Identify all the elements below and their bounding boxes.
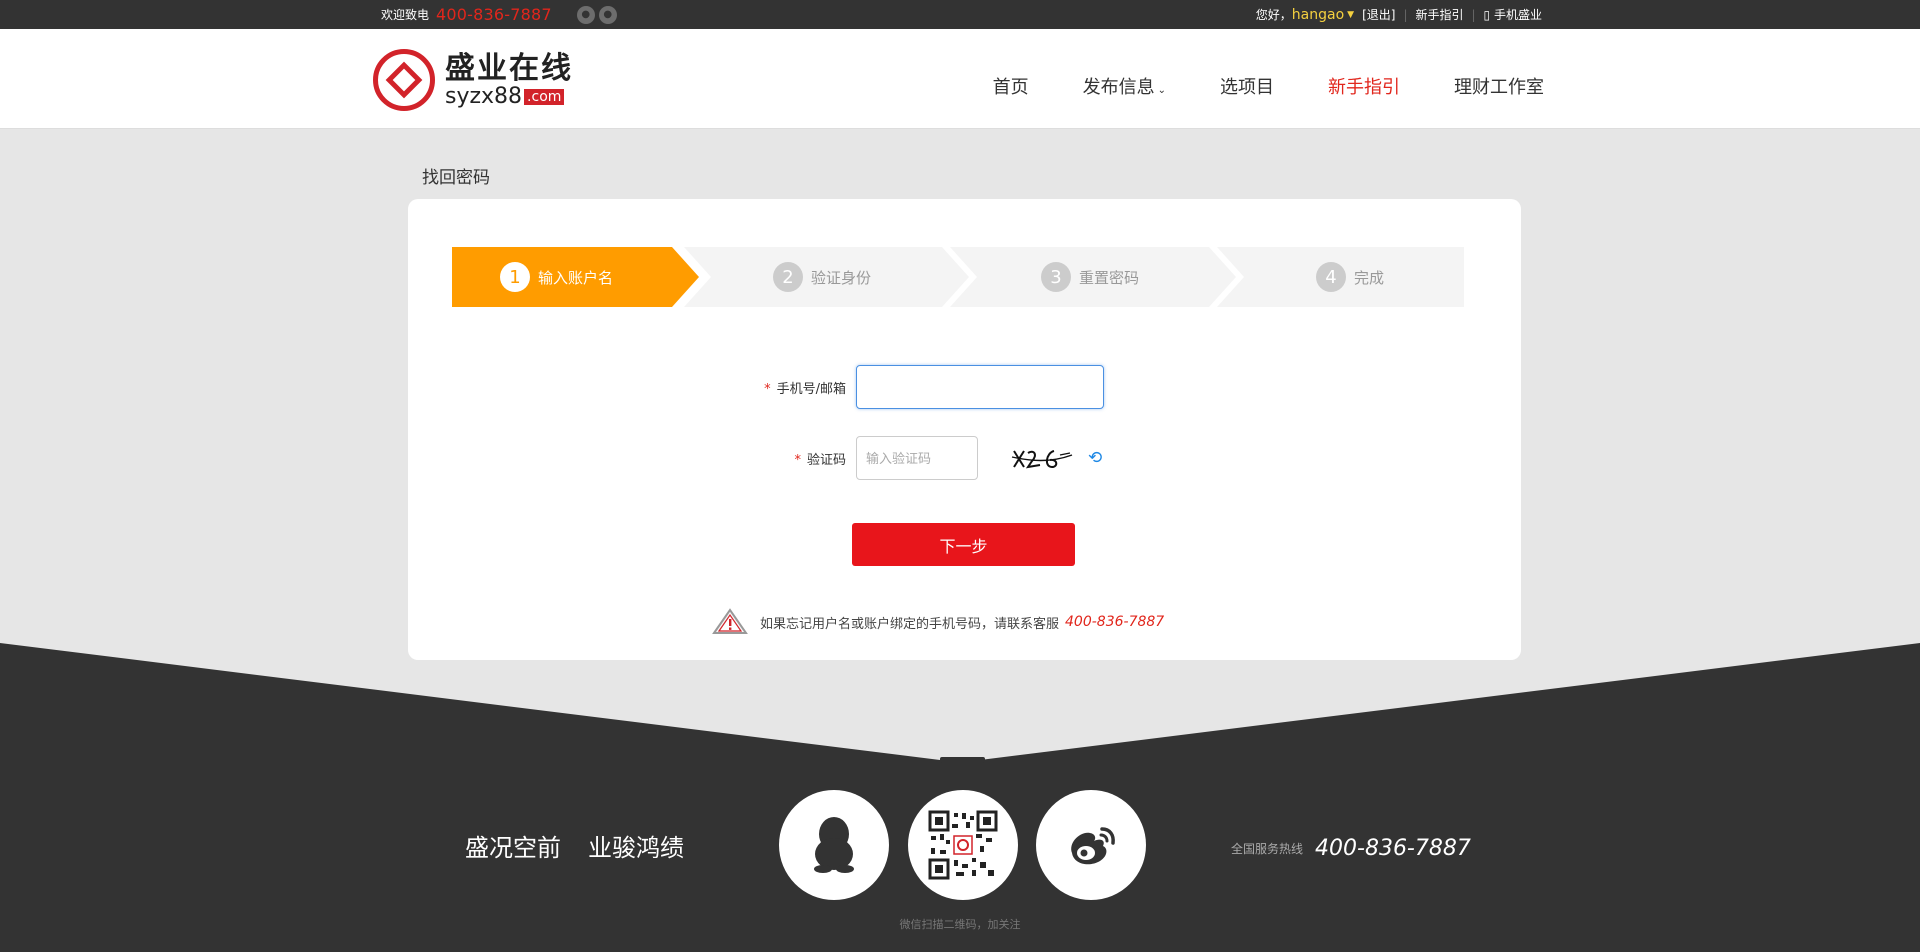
step-1: 1 输入账户名 bbox=[500, 247, 613, 307]
notice-phone: 400-836-7887 bbox=[1065, 614, 1165, 630]
mobile-link[interactable]: ▯ 手机盛业 bbox=[1484, 6, 1542, 23]
hotline-label: 全国服务热线 bbox=[1231, 842, 1304, 856]
refresh-icon[interactable]: ⟲ bbox=[1088, 449, 1106, 467]
top-guide-link[interactable]: 新手指引 bbox=[1415, 6, 1463, 23]
help-notice: 如果忘记用户名或账户绑定的手机号码，请联系客服 400-836-7887 bbox=[710, 607, 1164, 637]
notice-text: 如果忘记用户名或账户绑定的手机号码，请联系客服 bbox=[760, 616, 1060, 632]
footer-slogan: 盛况空前 业骏鸿绩 bbox=[465, 828, 684, 863]
logo-cn: 盛业在线 bbox=[445, 51, 573, 86]
code-label: * 验证码 bbox=[658, 449, 856, 468]
nav-studio[interactable]: 理财工作室 bbox=[1454, 73, 1544, 99]
user-dropdown-icon[interactable]: ▼ bbox=[1347, 10, 1354, 20]
step-label: 输入账户名 bbox=[538, 268, 614, 287]
divider: | bbox=[1403, 7, 1408, 22]
hotline-number: 400-836-7887 bbox=[1315, 836, 1471, 861]
nav-publish-label: 发布信息 bbox=[1082, 77, 1155, 98]
footer-hotline: 全国服务热线 400-836-7887 bbox=[1231, 836, 1471, 861]
header: 盛业在线 syzx88 .com 首页 发布信息 ⌄ 选项目 新手指引 理财工作室 bbox=[0, 29, 1920, 129]
wechat-icon[interactable]: ● bbox=[576, 5, 595, 24]
welcome-text: 欢迎致电 bbox=[381, 8, 430, 22]
step-label: 重置密码 bbox=[1079, 268, 1140, 287]
logo[interactable]: 盛业在线 syzx88 .com bbox=[373, 49, 573, 111]
nav-guide[interactable]: 新手指引 bbox=[1328, 73, 1400, 99]
step-label: 验证身份 bbox=[811, 268, 872, 287]
captcha-row: * 验证码 ⟲ bbox=[658, 436, 1106, 480]
step-number: 4 bbox=[1316, 262, 1346, 292]
nav-publish[interactable]: 发布信息 ⌄ bbox=[1083, 73, 1166, 99]
logo-en: syzx88 bbox=[445, 84, 523, 109]
recover-card: 1 输入账户名 2 验证身份 3 重置密码 4 完成 * 手机号/邮箱 * 验证码 bbox=[408, 199, 1521, 660]
nav-projects[interactable]: 选项目 bbox=[1220, 73, 1274, 99]
chevron-down-icon: ⌄ bbox=[1157, 85, 1166, 96]
code-label-text: 验证码 bbox=[806, 452, 846, 468]
mobile-label: 手机盛业 bbox=[1493, 8, 1542, 22]
account-label-text: 手机号/邮箱 bbox=[776, 381, 846, 397]
logo-icon bbox=[373, 49, 435, 111]
nav-home[interactable]: 首页 bbox=[993, 73, 1029, 99]
account-label: * 手机号/邮箱 bbox=[658, 378, 856, 397]
required-mark: * bbox=[764, 381, 771, 397]
step-2: 2 验证身份 bbox=[773, 247, 871, 307]
page-title: 找回密码 bbox=[422, 168, 490, 188]
qq-button[interactable] bbox=[779, 790, 889, 900]
username-link[interactable]: hangao bbox=[1292, 7, 1344, 23]
slogan-2: 业骏鸿绩 bbox=[588, 834, 684, 862]
logout-link[interactable]: [退出] bbox=[1362, 6, 1395, 23]
follow-text: 微信扫描二维码，加关注 bbox=[899, 918, 1021, 931]
account-row: * 手机号/邮箱 bbox=[658, 365, 1104, 409]
logo-domain: .com bbox=[524, 89, 565, 105]
wechat-qrcode[interactable] bbox=[908, 790, 1018, 900]
warning-icon bbox=[712, 608, 748, 634]
qq-icon[interactable]: ● bbox=[598, 5, 617, 24]
divider: | bbox=[1471, 7, 1476, 22]
captcha-image[interactable] bbox=[1010, 443, 1074, 473]
greeting-text: 您好， bbox=[1255, 8, 1292, 22]
main-nav: 首页 发布信息 ⌄ 选项目 新手指引 理财工作室 bbox=[993, 73, 1544, 99]
next-button[interactable]: 下一步 bbox=[852, 523, 1075, 566]
step-4: 4 完成 bbox=[1316, 247, 1384, 307]
weibo-icon bbox=[1071, 827, 1115, 865]
account-input[interactable] bbox=[856, 365, 1104, 409]
phone-icon: ▯ bbox=[1483, 8, 1491, 22]
step-number: 1 bbox=[500, 262, 530, 292]
step-number: 2 bbox=[773, 262, 803, 292]
welcome-area: 欢迎致电 400-836-7887 ● ● bbox=[381, 5, 617, 24]
step-number: 3 bbox=[1041, 262, 1071, 292]
required-mark: * bbox=[794, 452, 801, 468]
step-progress: 1 输入账户名 2 验证身份 3 重置密码 4 完成 bbox=[452, 247, 1464, 307]
qq-penguin-icon bbox=[814, 817, 854, 873]
step-label: 完成 bbox=[1354, 268, 1385, 287]
top-phone: 400-836-7887 bbox=[436, 5, 552, 24]
user-area: 您好， hangao ▼ [退出] | 新手指引 | ▯ 手机盛业 bbox=[1256, 6, 1542, 23]
code-input[interactable] bbox=[856, 436, 978, 480]
weibo-button[interactable] bbox=[1036, 790, 1146, 900]
step-3: 3 重置密码 bbox=[1041, 247, 1139, 307]
slogan-1: 盛况空前 bbox=[465, 834, 561, 862]
qrcode-icon bbox=[928, 810, 998, 880]
top-bar: 欢迎致电 400-836-7887 ● ● 您好， hangao ▼ [退出] … bbox=[0, 0, 1920, 29]
